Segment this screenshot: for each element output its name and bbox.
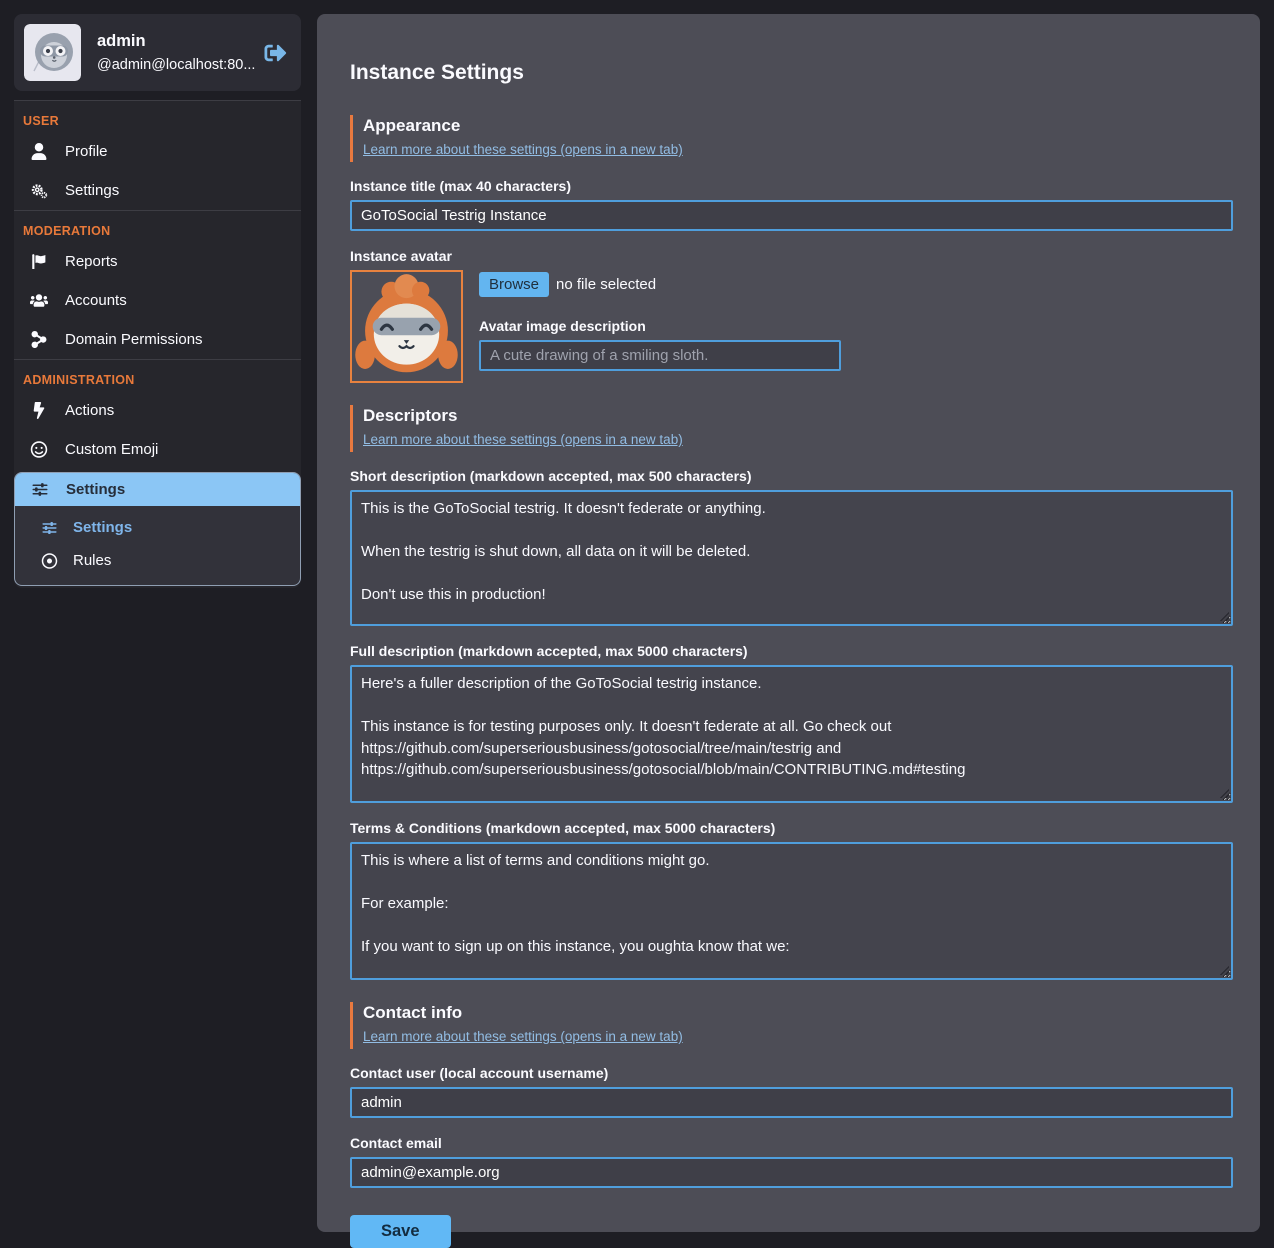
nav-section-label: ADMINISTRATION <box>14 360 301 391</box>
contact-user-label: Contact user (local account username) <box>350 1065 1233 1081</box>
save-button[interactable]: Save <box>350 1215 451 1248</box>
page-title: Instance Settings <box>350 61 1233 85</box>
sidebar-group-settings: Settings Settings Rules <box>14 472 301 586</box>
avatar-description-input[interactable] <box>479 340 841 371</box>
user-info: admin @admin@localhost:80... <box>97 31 248 75</box>
terms-textarea[interactable]: This is where a list of terms and condit… <box>350 842 1233 980</box>
avatar-controls: Browse no file selected Avatar image des… <box>479 270 841 383</box>
contact-email-label: Contact email <box>350 1135 1233 1151</box>
nav-section-user: USER Profile Settings <box>14 101 301 210</box>
sidebar: admin @admin@localhost:80... USER Profil… <box>14 14 301 588</box>
file-row: Browse no file selected <box>479 270 841 297</box>
section-contact: Contact info Learn more about these sett… <box>350 1002 1233 1049</box>
gears-icon <box>30 182 48 199</box>
section-heading: Descriptors <box>363 406 1233 426</box>
sidebar-item-custom-emoji[interactable]: Custom Emoji <box>14 430 301 469</box>
sidebar-item-accounts[interactable]: Accounts <box>14 281 301 320</box>
field-full-description: Full description (markdown accepted, max… <box>350 643 1233 803</box>
share-nodes-icon <box>30 331 48 348</box>
section-descriptors: Descriptors Learn more about these setti… <box>350 405 1233 452</box>
sidebar-item-label: Domain Permissions <box>65 331 203 348</box>
section-appearance: Appearance Learn more about these settin… <box>350 115 1233 162</box>
field-short-description: Short description (markdown accepted, ma… <box>350 468 1233 626</box>
sidebar-item-label: Profile <box>65 143 108 160</box>
field-instance-title: Instance title (max 40 characters) <box>350 178 1233 231</box>
sliders-icon <box>31 481 49 498</box>
field-contact-user: Contact user (local account username) <box>350 1065 1233 1118</box>
sidebar-item-label: Settings <box>66 481 125 498</box>
sidebar-subitem-settings[interactable]: Settings <box>15 511 300 544</box>
sidebar-item-user-settings[interactable]: Settings <box>14 171 301 210</box>
sidebar-nav: USER Profile Settings MODERATION Reports… <box>14 100 301 588</box>
bolt-icon <box>30 402 48 419</box>
instance-title-input[interactable] <box>350 200 1233 231</box>
sidebar-item-label: Custom Emoji <box>65 441 158 458</box>
field-terms: Terms & Conditions (markdown accepted, m… <box>350 820 1233 980</box>
sidebar-item-actions[interactable]: Actions <box>14 391 301 430</box>
sidebar-item-domain-permissions[interactable]: Domain Permissions <box>14 320 301 359</box>
terms-label: Terms & Conditions (markdown accepted, m… <box>350 820 1233 836</box>
learn-more-link[interactable]: Learn more about these settings (opens i… <box>363 1029 683 1044</box>
short-description-textarea[interactable]: This is the GoToSocial testrig. It doesn… <box>350 490 1233 626</box>
instance-avatar-label: Instance avatar <box>350 248 1233 264</box>
sidebar-item-label: Reports <box>65 253 118 270</box>
full-description-label: Full description (markdown accepted, max… <box>350 643 1233 659</box>
sidebar-item-label: Accounts <box>65 292 127 309</box>
user-card[interactable]: admin @admin@localhost:80... <box>14 14 301 91</box>
instance-avatar-image <box>350 270 463 383</box>
sidebar-item-admin-settings[interactable]: Settings <box>15 473 300 506</box>
section-heading: Contact info <box>363 1003 1233 1023</box>
flag-icon <box>30 253 48 270</box>
contact-email-input[interactable] <box>350 1157 1233 1188</box>
sidebar-item-profile[interactable]: Profile <box>14 132 301 171</box>
learn-more-link[interactable]: Learn more about these settings (opens i… <box>363 432 683 447</box>
sliders-icon <box>41 520 58 536</box>
user-name: admin <box>97 31 248 52</box>
sidebar-item-label: Actions <box>65 402 114 419</box>
instance-title-label: Instance title (max 40 characters) <box>350 178 1233 194</box>
smile-icon <box>30 441 48 458</box>
user-avatar <box>24 24 81 81</box>
dot-circle-icon <box>41 553 58 569</box>
avatar-block: Browse no file selected Avatar image des… <box>350 270 1233 383</box>
sidebar-item-label: Settings <box>65 182 119 199</box>
sidebar-item-label: Rules <box>73 552 111 569</box>
section-heading: Appearance <box>363 116 1233 136</box>
user-handle: @admin@localhost:80... <box>97 56 248 74</box>
full-description-textarea[interactable]: Here's a fuller description of the GoToS… <box>350 665 1233 803</box>
nav-section-label: USER <box>14 101 301 132</box>
field-contact-email: Contact email <box>350 1135 1233 1188</box>
avatar-description-label: Avatar image description <box>479 318 841 334</box>
instance-settings-panel: Instance Settings Appearance Learn more … <box>317 14 1260 1232</box>
learn-more-link[interactable]: Learn more about these settings (opens i… <box>363 142 683 157</box>
user-icon <box>30 143 48 160</box>
users-icon <box>30 292 48 309</box>
nav-section-label: MODERATION <box>14 211 301 242</box>
contact-user-input[interactable] <box>350 1087 1233 1118</box>
sidebar-item-reports[interactable]: Reports <box>14 242 301 281</box>
sidebar-subnav: Settings Rules <box>15 506 300 585</box>
browse-button[interactable]: Browse <box>479 272 549 297</box>
nav-section-moderation: MODERATION Reports Accounts Domain Permi… <box>14 210 301 359</box>
logout-icon[interactable] <box>264 42 287 64</box>
field-instance-avatar: Instance avatar Browse no file selected … <box>350 248 1233 383</box>
sidebar-subitem-rules[interactable]: Rules <box>15 544 300 577</box>
sidebar-item-label: Settings <box>73 519 132 536</box>
nav-section-administration: ADMINISTRATION Actions Custom Emoji Sett… <box>14 359 301 588</box>
short-description-label: Short description (markdown accepted, ma… <box>350 468 1233 484</box>
file-status: no file selected <box>556 276 656 293</box>
